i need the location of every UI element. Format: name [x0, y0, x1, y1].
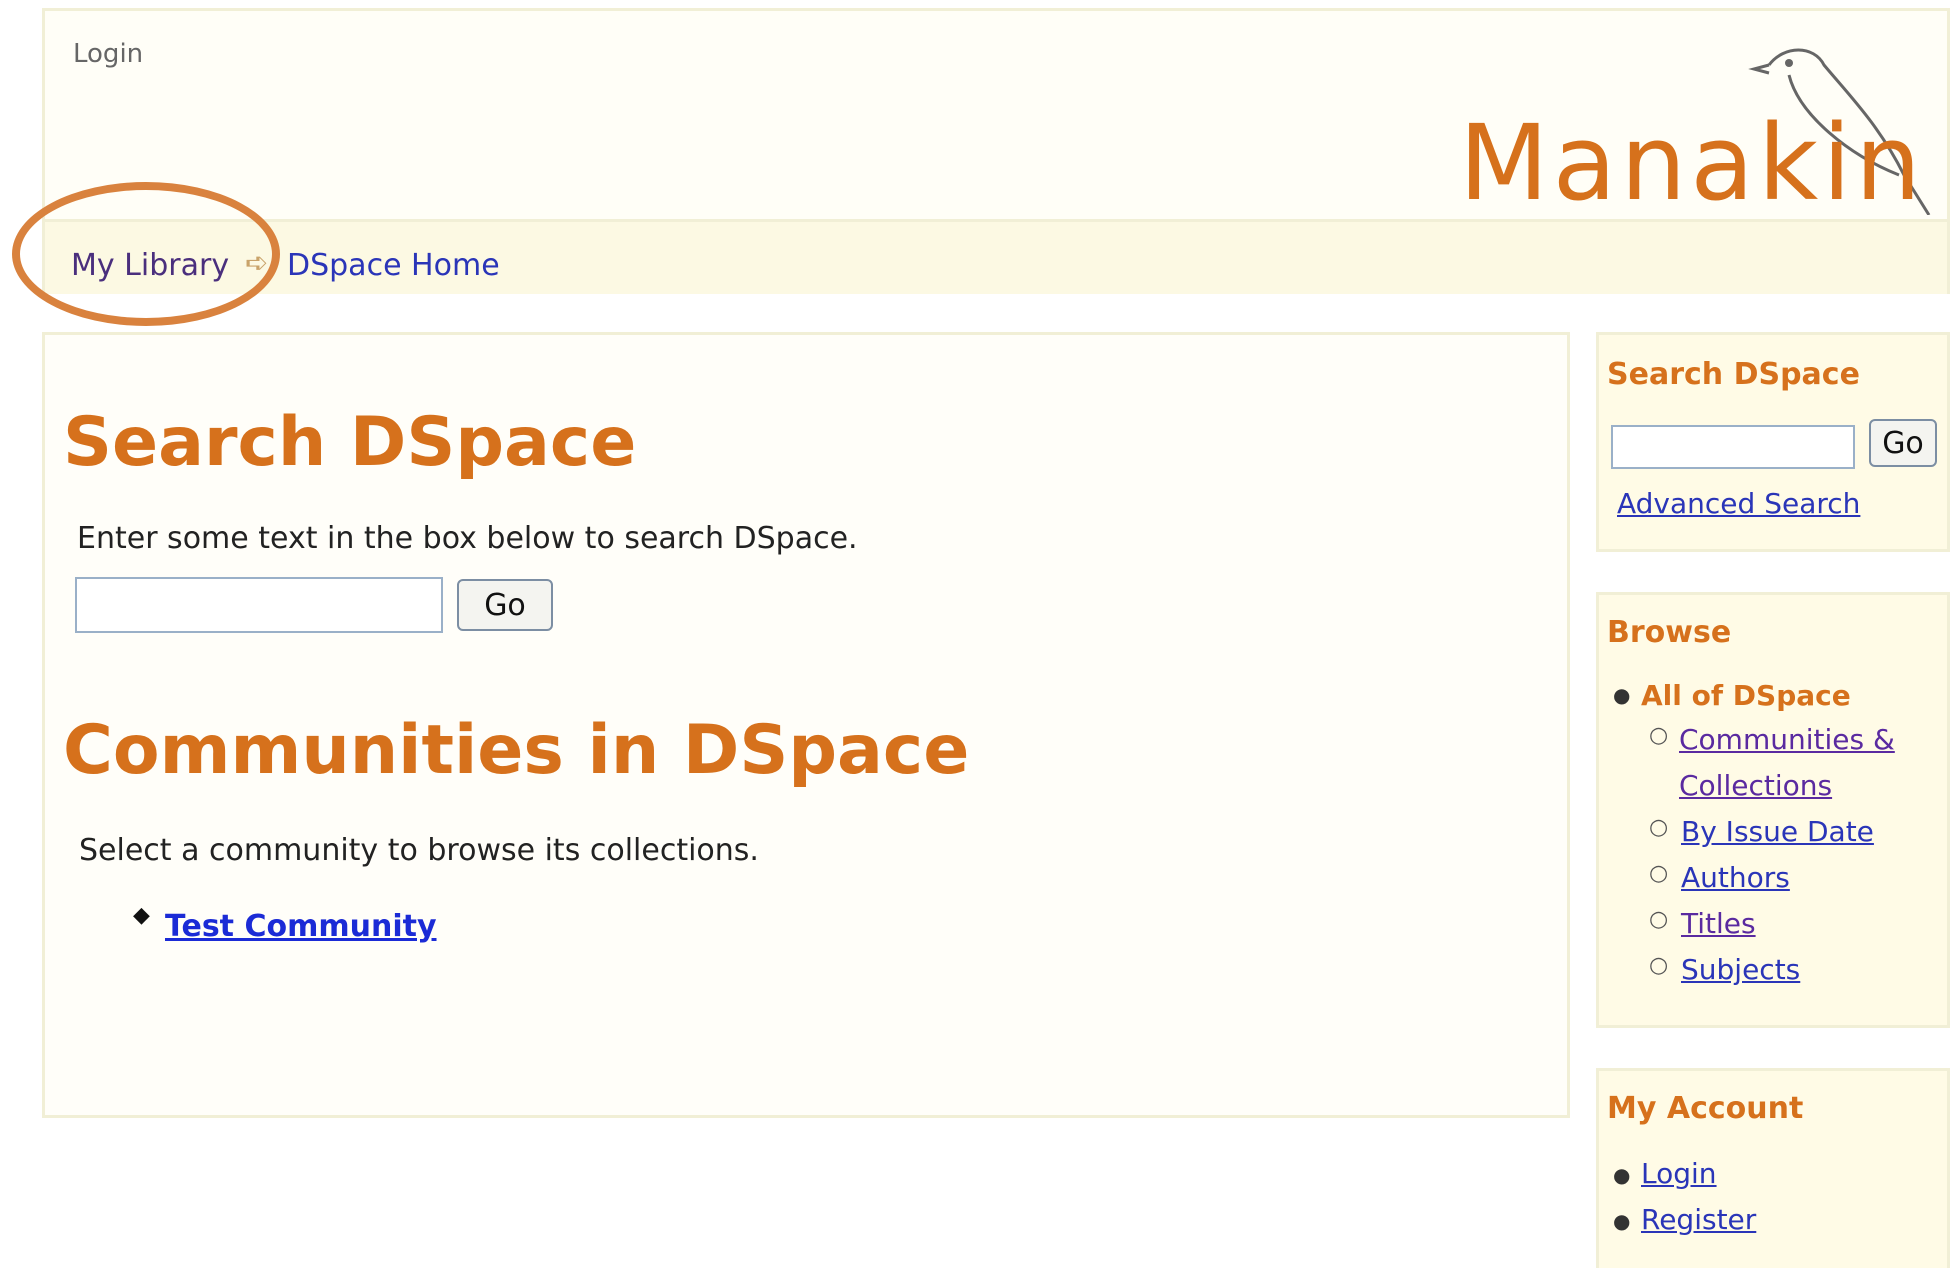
bullet-icon: ●	[1613, 1209, 1631, 1233]
sidebar-search-input[interactable]	[1611, 425, 1855, 469]
highlight-circle	[12, 182, 280, 326]
search-heading: Search DSpace	[63, 403, 637, 482]
bullet-icon: ○	[1649, 907, 1669, 932]
browse-scope-label: All of DSpace	[1641, 679, 1851, 712]
sidebar-search-box: Search DSpace Go Advanced Search	[1596, 332, 1950, 552]
page-header: Login Manakin My Library ➪ DSpace Home	[42, 8, 1950, 294]
browse-by-issue-date[interactable]: By Issue Date	[1681, 815, 1874, 848]
bullet-icon: ○	[1649, 723, 1669, 748]
bullet-icon: ◆	[133, 903, 150, 928]
sidebar-browse-box: Browse ● All of DSpace ○ Communities & C…	[1596, 592, 1950, 1028]
browse-titles[interactable]: Titles	[1681, 907, 1756, 940]
breadcrumb: My Library ➪ DSpace Home	[45, 219, 1947, 294]
bullet-icon: ○	[1649, 815, 1669, 840]
sidebar-search-heading: Search DSpace	[1607, 357, 1860, 392]
bullet-icon: ●	[1613, 1163, 1631, 1187]
community-link-test[interactable]: Test Community	[165, 909, 437, 944]
communities-instructions: Select a community to browse its collect…	[79, 833, 759, 868]
browse-communities-collections-line2[interactable]: Collections	[1679, 769, 1832, 802]
site-logo[interactable]: Manakin	[1459, 111, 1925, 215]
sidebar-go-button[interactable]: Go	[1869, 419, 1937, 467]
advanced-search-link[interactable]: Advanced Search	[1617, 487, 1860, 520]
main-content: Search DSpace Enter some text in the box…	[42, 332, 1570, 1118]
bullet-icon: ○	[1649, 953, 1669, 978]
sidebar-account-heading: My Account	[1607, 1091, 1804, 1126]
main-go-button[interactable]: Go	[457, 579, 553, 631]
communities-heading: Communities in DSpace	[63, 711, 970, 790]
browse-communities-collections[interactable]: Communities &	[1679, 723, 1895, 756]
breadcrumb-dspace-home[interactable]: DSpace Home	[287, 248, 500, 283]
account-login-link[interactable]: Login	[1641, 1157, 1717, 1190]
sidebar-browse-heading: Browse	[1607, 615, 1732, 650]
header-login-link[interactable]: Login	[73, 39, 143, 69]
account-register-link[interactable]: Register	[1641, 1203, 1756, 1236]
browse-subjects[interactable]: Subjects	[1681, 953, 1800, 986]
bullet-icon: ○	[1649, 861, 1669, 886]
sidebar-account-box: My Account ● Login ● Register	[1596, 1068, 1950, 1268]
search-instructions: Enter some text in the box below to sear…	[77, 521, 858, 556]
main-search-input[interactable]	[75, 577, 443, 633]
bullet-icon: ●	[1613, 683, 1631, 707]
browse-authors[interactable]: Authors	[1681, 861, 1790, 894]
